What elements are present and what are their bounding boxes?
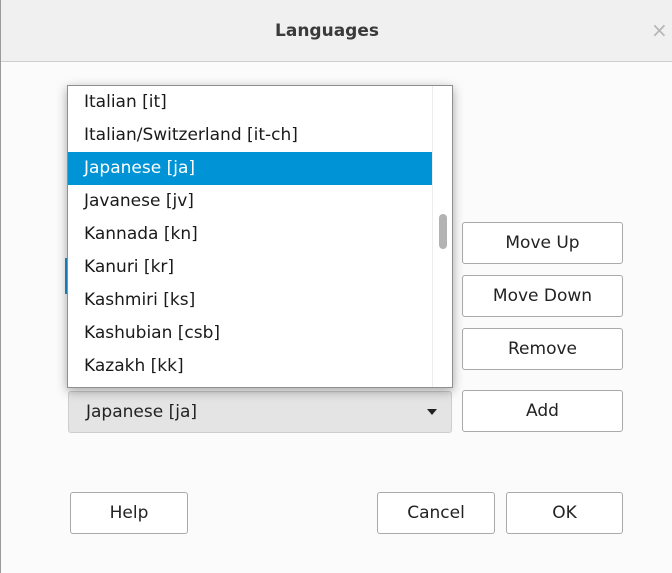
languages-dialog: Languages × more than one aying these we… xyxy=(0,0,672,573)
combo-selected-value: Japanese [ja] xyxy=(86,402,197,422)
dropdown-option[interactable]: Italian/Switzerland [it-ch] xyxy=(68,119,432,152)
dropdown-option[interactable]: Javanese [jv] xyxy=(68,185,432,218)
dropdown-option[interactable]: Kannada [kn] xyxy=(68,218,432,251)
dropdown-options: Italian [it] Italian/Switzerland [it-ch]… xyxy=(68,86,432,383)
move-up-button[interactable]: Move Up xyxy=(462,222,623,264)
dialog-title: Languages xyxy=(275,21,379,41)
dropdown-option[interactable]: Kashmiri [ks] xyxy=(68,284,432,317)
scrollbar-thumb[interactable] xyxy=(439,214,447,249)
language-combo[interactable]: Japanese [ja] xyxy=(68,391,452,433)
add-button[interactable]: Add xyxy=(462,390,623,432)
caret-down-icon xyxy=(427,409,437,415)
ok-button[interactable]: OK xyxy=(506,492,623,534)
dropdown-scrollbar[interactable] xyxy=(432,86,452,387)
move-down-button[interactable]: Move Down xyxy=(462,275,623,317)
cancel-button[interactable]: Cancel xyxy=(377,492,495,534)
help-button[interactable]: Help xyxy=(70,492,188,534)
dropdown-option[interactable]: Kanuri [kr] xyxy=(68,251,432,284)
title-bar: Languages × xyxy=(1,0,672,62)
dropdown-option[interactable]: Japanese [ja] xyxy=(68,152,432,185)
remove-button[interactable]: Remove xyxy=(462,328,623,370)
close-icon[interactable]: × xyxy=(651,18,668,42)
language-dropdown-popup[interactable]: Italian [it] Italian/Switzerland [it-ch]… xyxy=(67,85,453,388)
dropdown-option[interactable]: Kashubian [csb] xyxy=(68,317,432,350)
dropdown-option[interactable]: Italian [it] xyxy=(68,86,432,119)
dropdown-option[interactable]: Kazakh [kk] xyxy=(68,350,432,383)
